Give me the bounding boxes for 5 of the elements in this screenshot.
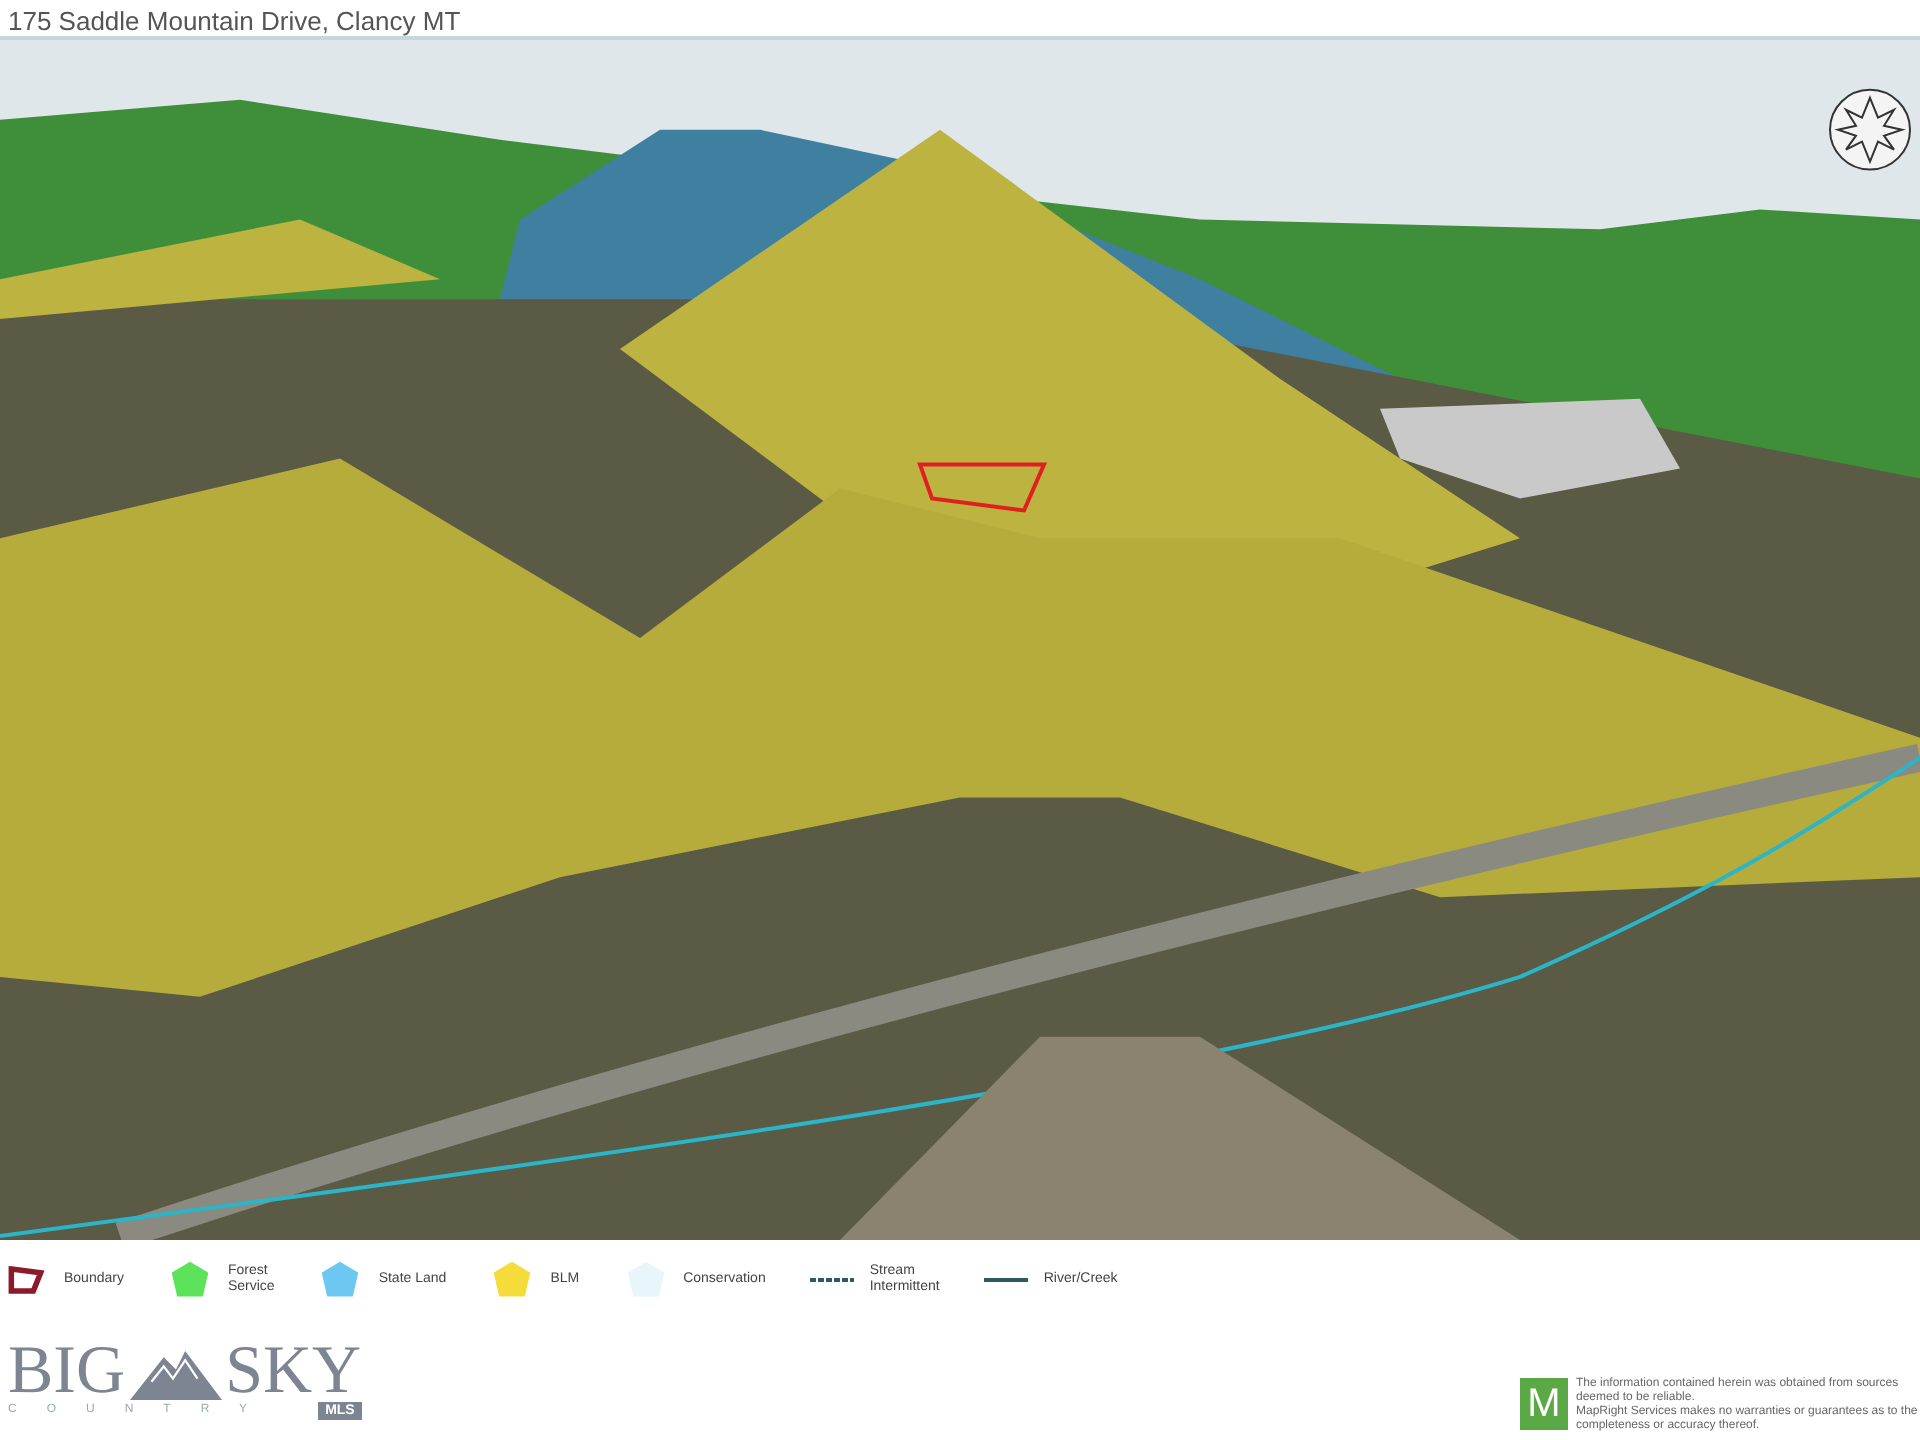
address-title: 175 Saddle Mountain Drive, Clancy MT xyxy=(8,8,461,36)
mapright-logo: M xyxy=(1520,1378,1568,1430)
logo-text: BIG xyxy=(8,1341,126,1401)
mountain-icon xyxy=(129,1345,222,1401)
logo-text: SKY xyxy=(225,1341,362,1401)
